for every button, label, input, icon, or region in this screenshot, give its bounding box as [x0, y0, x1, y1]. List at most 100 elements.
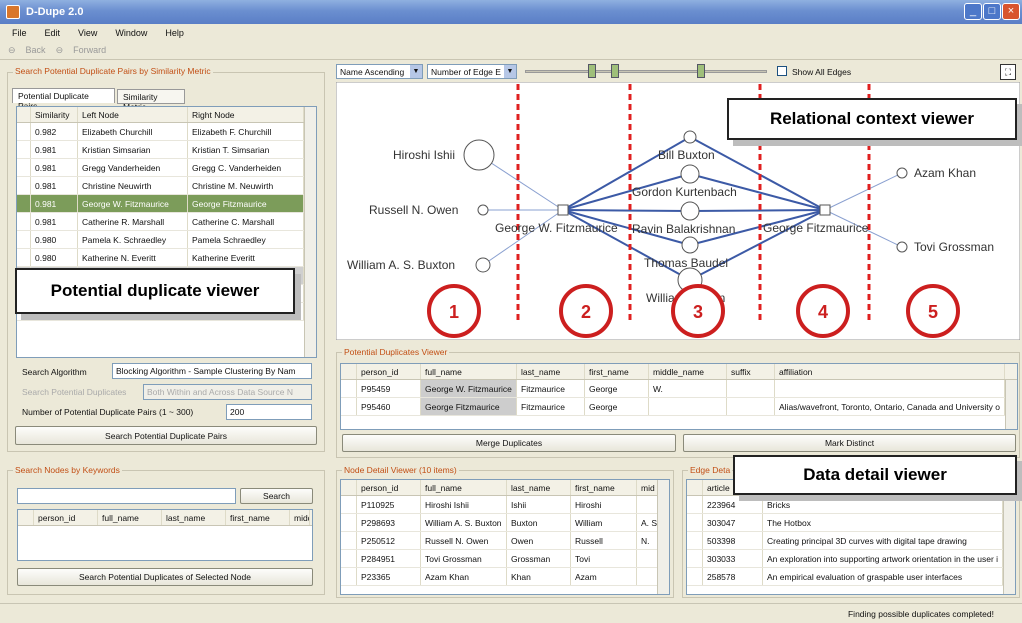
maximize-button[interactable]: □: [983, 3, 1001, 20]
table-row[interactable]: 503398 Creating principal 3D curves with …: [687, 532, 1015, 550]
row-header[interactable]: [17, 213, 31, 230]
zoom-slider-track[interactable]: [525, 70, 767, 73]
row-header[interactable]: [341, 550, 357, 567]
column-header[interactable]: first_name: [585, 364, 649, 379]
keyword-search-button[interactable]: Search: [240, 488, 313, 504]
vertical-scrollbar[interactable]: [1005, 380, 1017, 429]
tab-potential-duplicate-pairs[interactable]: Potential Duplicate Pairs: [12, 88, 115, 111]
search-algorithm-select[interactable]: Blocking Algorithm - Sample Clustering B…: [112, 363, 312, 379]
table-row[interactable]: 0.980 Pamela K. Schraedley Pamela Schraedl…: [17, 231, 316, 249]
menu-view[interactable]: View: [78, 28, 97, 38]
table-row[interactable]: P250512 Russell N. Owen Owen Russell N.: [341, 532, 669, 550]
column-header[interactable]: last_name: [507, 480, 571, 495]
back-button[interactable]: Back: [26, 45, 46, 55]
row-header[interactable]: [341, 496, 357, 513]
graph-node[interactable]: [475, 257, 491, 273]
graph-node[interactable]: [819, 204, 831, 216]
graph-edge[interactable]: [689, 209, 826, 212]
row-header[interactable]: [17, 123, 31, 140]
table-row[interactable]: 303033 An exploration into supporting art…: [687, 550, 1015, 568]
chevron-down-icon[interactable]: ▼: [504, 65, 516, 78]
row-header[interactable]: [17, 249, 31, 266]
num-pairs-stepper[interactable]: 200: [226, 404, 312, 420]
table-row[interactable]: P95459 George W. Fitzmaurice Fitzmaurice Ge…: [341, 380, 1017, 398]
row-header[interactable]: [687, 568, 703, 585]
table-row[interactable]: 0.982 Elizabeth Churchill Elizabeth F. Chu…: [17, 123, 316, 141]
close-button[interactable]: ×: [1002, 3, 1020, 20]
table-row[interactable]: 0.981 George W. Fitzmaurice George Fitzmau…: [17, 195, 316, 213]
row-header[interactable]: [341, 514, 357, 531]
graph-node[interactable]: [680, 164, 700, 184]
menu-file[interactable]: File: [12, 28, 27, 38]
graph-node[interactable]: [681, 236, 699, 254]
table-row[interactable]: P23365 Azam Khan Khan Azam: [341, 568, 669, 586]
table-row[interactable]: 0.980 Katherine N. Everitt Katherine Everi…: [17, 249, 316, 267]
column-header[interactable]: midd: [290, 510, 310, 525]
keyword-input[interactable]: [17, 488, 236, 504]
menu-help[interactable]: Help: [165, 28, 184, 38]
slider-handle[interactable]: [697, 64, 705, 78]
graph-node[interactable]: [557, 204, 569, 216]
column-header[interactable]: full_name: [421, 364, 517, 379]
column-header[interactable]: full_name: [98, 510, 162, 525]
row-header[interactable]: [17, 141, 31, 158]
minimize-button[interactable]: _: [964, 3, 982, 20]
row-header[interactable]: [687, 496, 703, 513]
row-header[interactable]: [687, 550, 703, 567]
row-header[interactable]: [341, 398, 357, 415]
menu-edit[interactable]: Edit: [45, 28, 61, 38]
column-header[interactable]: affiliation: [775, 364, 1005, 379]
column-header[interactable]: first_name: [571, 480, 637, 495]
table-row[interactable]: P95460 George Fitzmaurice Fitzmaurice Georg…: [341, 398, 1017, 416]
mark-distinct-button[interactable]: Mark Distinct: [683, 434, 1016, 452]
graph-node[interactable]: [477, 204, 489, 216]
table-row[interactable]: 303047 The Hotbox: [687, 514, 1015, 532]
tab-similarity-metric[interactable]: Similarity Metric: [117, 89, 185, 112]
row-header[interactable]: [341, 532, 357, 549]
vertical-scrollbar[interactable]: [304, 107, 316, 357]
graph-node[interactable]: [896, 241, 908, 253]
fit-view-icon[interactable]: ⛶: [1000, 64, 1016, 80]
forward-button[interactable]: Forward: [73, 45, 106, 55]
table-row[interactable]: P298693 William A. S. Buxton Buxton William…: [341, 514, 669, 532]
merge-duplicates-button[interactable]: Merge Duplicates: [342, 434, 676, 452]
table-row[interactable]: 258578 An empirical evaluation of graspab…: [687, 568, 1015, 586]
graph-edge[interactable]: [562, 209, 691, 212]
table-row[interactable]: 223964 Bricks: [687, 496, 1015, 514]
row-header[interactable]: [17, 159, 31, 176]
column-header[interactable]: full_name: [421, 480, 507, 495]
menu-window[interactable]: Window: [115, 28, 147, 38]
row-header[interactable]: [17, 177, 31, 194]
table-row[interactable]: 0.981 Christine Neuwirth Christine M. Neuw…: [17, 177, 316, 195]
table-row[interactable]: 0.981 Kristian Simsarian Kristian T. Simsa…: [17, 141, 316, 159]
row-header[interactable]: [341, 568, 357, 585]
column-header[interactable]: last_name: [517, 364, 585, 379]
column-header[interactable]: last_name: [162, 510, 226, 525]
column-header[interactable]: Right Node: [188, 107, 304, 122]
table-row[interactable]: 0.981 Catherine R. Marshall Catherine C. M…: [17, 213, 316, 231]
vertical-scrollbar[interactable]: [1003, 480, 1015, 594]
column-header[interactable]: middle_name: [649, 364, 727, 379]
graph-node[interactable]: [463, 139, 495, 171]
column-header[interactable]: person_id: [34, 510, 98, 525]
search-potential-duplicate-pairs-button[interactable]: Search Potential Duplicate Pairs: [15, 426, 317, 445]
column-header[interactable]: mid: [637, 480, 659, 495]
column-header[interactable]: Left Node: [78, 107, 188, 122]
row-header[interactable]: [17, 195, 31, 212]
graph-node[interactable]: [683, 130, 697, 144]
search-potential-select[interactable]: Both Within and Across Data Source N: [143, 384, 312, 400]
column-header[interactable]: person_id: [357, 364, 421, 379]
row-header[interactable]: [341, 380, 357, 397]
vertical-scrollbar[interactable]: [657, 480, 669, 594]
row-header[interactable]: [687, 514, 703, 531]
table-row[interactable]: P110925 Hiroshi Ishii Ishii Hiroshi: [341, 496, 669, 514]
column-header[interactable]: Similarity: [31, 107, 78, 122]
column-header[interactable]: person_id: [357, 480, 421, 495]
column-header[interactable]: first_name: [226, 510, 290, 525]
chevron-down-icon[interactable]: ▼: [410, 65, 422, 78]
search-selected-node-button[interactable]: Search Potential Duplicates of Selected …: [17, 568, 313, 586]
slider-handle[interactable]: [588, 64, 596, 78]
graph-node[interactable]: [680, 201, 700, 221]
table-row[interactable]: 0.981 Gregg Vanderheiden Gregg C. Vanderhe…: [17, 159, 316, 177]
row-header[interactable]: [687, 532, 703, 549]
